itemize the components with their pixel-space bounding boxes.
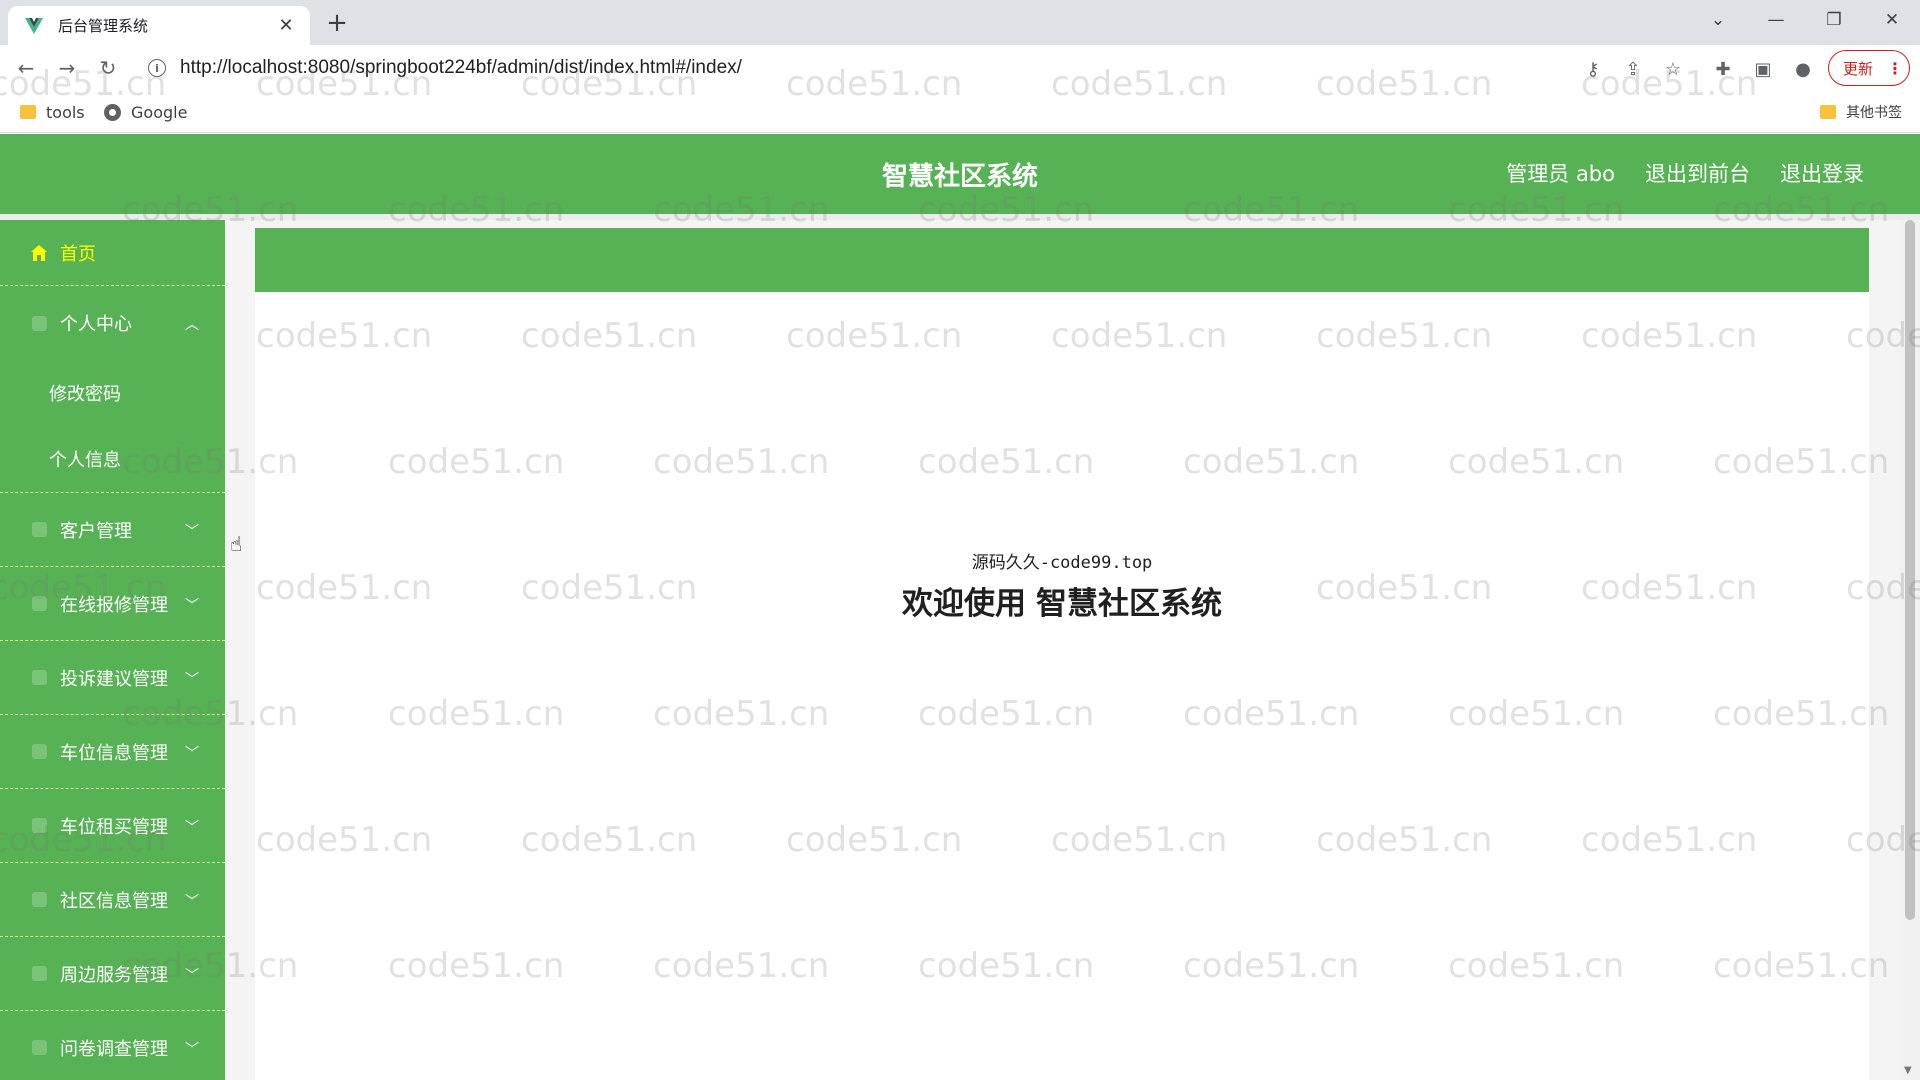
chevron-down-icon: ﹀ (185, 671, 199, 688)
forward-button[interactable]: → (51, 52, 83, 84)
sidebar-item-label: 在线报修管理 (60, 594, 168, 616)
bookmarks-bar: tools Google 其他书签 (0, 91, 1920, 133)
globe-icon (104, 103, 121, 121)
other-bookmarks[interactable]: 其他书签 (1820, 99, 1902, 125)
mouse-cursor-icon: ☝ (230, 532, 243, 556)
customers-icon (30, 521, 48, 539)
chevron-up-icon: ︿ (185, 317, 199, 333)
bookmark-google[interactable]: Google (104, 99, 187, 125)
folder-icon (1820, 105, 1836, 119)
page-scrollbar[interactable]: ▼ (1900, 220, 1920, 1080)
browser-tab[interactable]: 后台管理系统 ✕ (8, 6, 310, 45)
sidebar-item-personal[interactable]: 个人中心 ︿ (0, 286, 225, 360)
site-info-icon[interactable]: i (148, 59, 166, 77)
more-menu-icon: ⋮ (1887, 58, 1904, 78)
sidebar-item-label: 车位信息管理 (60, 742, 168, 764)
user-icon (30, 314, 48, 332)
sidebar-subitem-change-password[interactable]: 修改密码 (0, 360, 225, 426)
browser-toolbar: ← → ↻ i http://localhost:8080/springboot… (0, 45, 1920, 91)
sidebar-group-personal: 个人中心 ︿ 修改密码 个人信息 (0, 286, 225, 493)
chevron-down-icon: ﹀ (185, 893, 199, 910)
main-content: 源码久久-code99.top 欢迎使用 智慧社区系统 (225, 220, 1900, 1080)
vue-favicon-icon (24, 16, 44, 36)
community-icon (30, 891, 48, 909)
header-links: 管理员 abo 退出到前台 退出登录 (1506, 158, 1864, 188)
new-tab-button[interactable]: + (322, 8, 352, 38)
sidebar-item-home[interactable]: 首页 (0, 220, 225, 286)
chevron-down-icon: ﹀ (185, 967, 199, 984)
home-icon (30, 244, 48, 262)
scroll-down-icon[interactable]: ▼ (1904, 1065, 1912, 1076)
sidebar-item-label: 投诉建议管理 (60, 668, 168, 690)
close-window-button[interactable]: ✕ (1864, 0, 1920, 40)
chevron-down-icon: ﹀ (185, 597, 199, 614)
folder-icon (20, 105, 36, 119)
back-button[interactable]: ← (10, 52, 42, 84)
welcome-prefix: 欢迎使用 (902, 586, 1026, 622)
bookmark-label: Google (131, 102, 188, 122)
extensions-icon[interactable]: ✚ (1711, 57, 1735, 81)
side-panel-icon[interactable]: ▣ (1751, 57, 1775, 81)
bookmark-tools[interactable]: tools (20, 99, 85, 125)
key-icon[interactable]: ⚷ (1581, 57, 1605, 81)
survey-icon (30, 1039, 48, 1057)
chevron-down-icon: ﹀ (185, 745, 199, 762)
sidebar-item-parking-rent[interactable]: 车位租买管理 ﹀ (0, 789, 225, 863)
url-text: http://localhost:8080/springboot224bf/ad… (180, 57, 742, 78)
rent-icon (30, 817, 48, 835)
repairs-icon (30, 595, 48, 613)
profile-icon[interactable]: ● (1791, 57, 1815, 81)
sidebar-menu: 首页 个人中心 ︿ 修改密码 个人信息 客户管理 ﹀ 在线报修管理 ﹀ 投诉建议… (0, 220, 225, 1080)
app-header: 智慧社区系统 管理员 abo 退出到前台 退出登录 (0, 134, 1920, 214)
sidebar-item-surveys[interactable]: 问卷调查管理 ﹀ (0, 1011, 225, 1080)
update-button[interactable]: 更新 ⋮ (1828, 50, 1910, 86)
chevron-down-icon: ﹀ (185, 819, 199, 836)
tab-search-icon[interactable]: ⌄ (1690, 0, 1746, 40)
sidebar-item-nearby-services[interactable]: 周边服务管理 ﹀ (0, 937, 225, 1011)
chevron-down-icon: ﹀ (185, 523, 199, 540)
back-to-frontend-link[interactable]: 退出到前台 (1645, 158, 1750, 188)
sidebar-item-customers[interactable]: 客户管理 ﹀ (0, 493, 225, 567)
chevron-down-icon: ﹀ (185, 1041, 199, 1058)
source-credit: 源码久久-code99.top (971, 553, 1153, 573)
admin-user-link[interactable]: 管理员 abo (1506, 158, 1615, 188)
minimize-button[interactable]: — (1748, 0, 1804, 40)
sidebar-item-label: 问卷调查管理 (60, 1038, 168, 1060)
sidebar-item-parking-info[interactable]: 车位信息管理 ﹀ (0, 715, 225, 789)
sidebar-item-label: 社区信息管理 (60, 890, 168, 912)
parking-icon (30, 743, 48, 761)
sidebar-item-label: 首页 (60, 243, 96, 265)
sidebar-item-label: 车位租买管理 (60, 816, 168, 838)
bookmark-star-icon[interactable]: ☆ (1661, 57, 1685, 81)
sidebar-item-label: 客户管理 (60, 520, 132, 542)
complaints-icon (30, 669, 48, 687)
tab-title: 后台管理系统 (58, 17, 149, 35)
sidebar-item-label: 周边服务管理 (60, 964, 168, 986)
sidebar-subitem-profile[interactable]: 个人信息 (0, 426, 225, 492)
reload-button[interactable]: ↻ (92, 52, 124, 84)
sidebar-item-community-info[interactable]: 社区信息管理 ﹀ (0, 863, 225, 937)
share-icon[interactable]: ⇪ (1621, 57, 1645, 81)
welcome-heading: 欢迎使用 智慧社区系统 (255, 578, 1869, 623)
browser-tab-strip: 后台管理系统 ✕ + ⌄ — ❐ ✕ (0, 0, 1920, 45)
sidebar-item-complaints[interactable]: 投诉建议管理 ﹀ (0, 641, 225, 715)
main-panel: 源码久久-code99.top 欢迎使用 智慧社区系统 (255, 228, 1869, 1080)
tab-close-icon[interactable]: ✕ (274, 14, 298, 38)
sidebar-item-repairs[interactable]: 在线报修管理 ﹀ (0, 567, 225, 641)
sidebar-item-label: 个人中心 (60, 314, 132, 335)
logout-link[interactable]: 退出登录 (1780, 158, 1864, 188)
welcome-system-name: 智慧社区系统 (1036, 586, 1222, 622)
breadcrumb-banner (255, 228, 1869, 292)
scrollbar-thumb[interactable] (1905, 220, 1915, 920)
address-bar[interactable]: i http://localhost:8080/springboot224bf/… (140, 50, 1580, 86)
services-icon (30, 965, 48, 983)
bookmark-label: tools (46, 102, 85, 122)
restore-button[interactable]: ❐ (1806, 0, 1862, 40)
update-label: 更新 (1843, 59, 1874, 78)
other-bookmarks-label: 其他书签 (1846, 105, 1902, 121)
